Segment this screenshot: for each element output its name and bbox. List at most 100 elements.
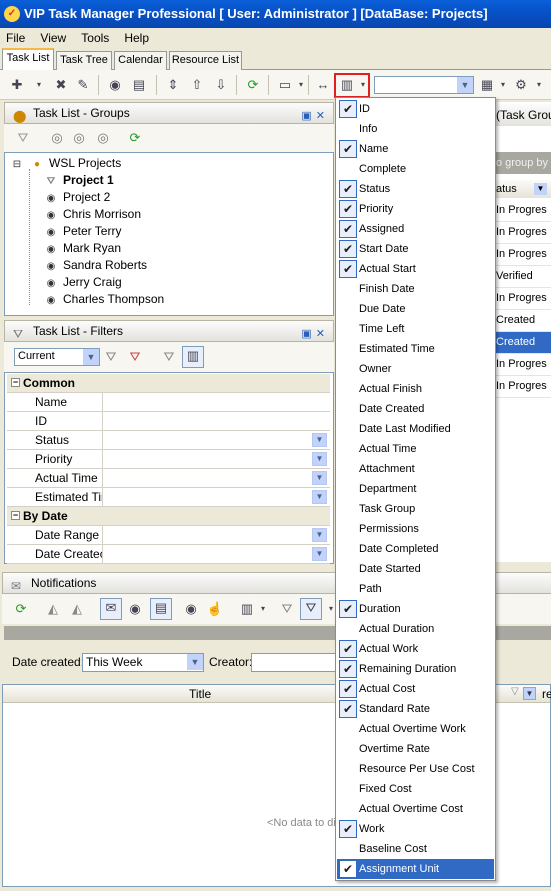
column-menu-item[interactable]: Path — [337, 579, 494, 599]
notes-icon[interactable]: ▤ — [150, 598, 172, 620]
column-menu-item[interactable]: ✔ Name — [337, 139, 494, 159]
chevron-down-icon[interactable]: ▼ — [312, 452, 327, 466]
filter-row[interactable]: Status ▼ — [7, 431, 330, 450]
chevron-down-icon[interactable]: ▼ — [534, 183, 547, 195]
column-menu-item[interactable]: ✔ Work — [337, 819, 494, 839]
column-partial[interactable]: re — [542, 687, 551, 701]
tree-item[interactable]: ◉ Sandra Roberts — [43, 257, 147, 274]
status-cell[interactable]: In Progres — [494, 222, 551, 244]
move-down-icon[interactable]: ⇩ — [212, 76, 230, 94]
filter-add-icon[interactable]: ⛛ — [102, 348, 120, 366]
sort-icon[interactable]: ▽ — [511, 686, 519, 697]
column-menu-item[interactable]: Owner — [337, 359, 494, 379]
move-up-icon[interactable]: ⇧ — [188, 76, 206, 94]
column-menu-item[interactable]: Task Group — [337, 499, 494, 519]
chevron-down-icon[interactable]: ▼ — [523, 687, 536, 700]
column-menu-item[interactable]: Overtime Rate — [337, 739, 494, 759]
status-cell[interactable]: In Progres — [494, 354, 551, 376]
filter-clear-icon[interactable]: ⛛ — [160, 348, 178, 366]
column-menu-item[interactable]: ✔ Priority — [337, 199, 494, 219]
column-menu-item[interactable]: Date Created — [337, 399, 494, 419]
filter-columns-icon[interactable]: ▥ — [182, 346, 204, 368]
column-title[interactable]: Title — [189, 687, 211, 701]
column-menu-item[interactable]: Due Date — [337, 299, 494, 319]
column-menu-item[interactable]: Resource Per Use Cost — [337, 759, 494, 779]
filter-remove-icon[interactable]: ⛛ — [126, 348, 144, 366]
group-edit-icon[interactable]: ◎ — [70, 129, 88, 147]
tab-task-list[interactable]: Task List — [2, 48, 54, 71]
task-info-icon[interactable]: ◉ — [106, 76, 124, 94]
tree-item[interactable]: ◉ Peter Terry — [43, 223, 122, 240]
mark-read-icon[interactable]: ◭ — [44, 600, 62, 618]
column-menu-item[interactable]: ✔ Actual Work — [337, 639, 494, 659]
column-menu-item[interactable]: Fixed Cost — [337, 779, 494, 799]
tree-item[interactable]: ◉ Project 2 — [43, 189, 111, 206]
panel-buttons-icon[interactable]: ▣✕ — [301, 324, 329, 344]
tab-calendar[interactable]: Calendar — [114, 51, 167, 70]
column-menu-item[interactable]: ✔ Remaining Duration — [337, 659, 494, 679]
column-menu-item[interactable]: ✔ Status — [337, 179, 494, 199]
filter-row[interactable]: Priority ▼ — [7, 450, 330, 469]
column-menu-item[interactable]: ✔ Standard Rate — [337, 699, 494, 719]
tree-item[interactable]: ◉ Jerry Craig — [43, 274, 122, 291]
group-add-icon[interactable]: ◎ — [48, 129, 66, 147]
export-arrow-icon[interactable]: ▾ — [494, 76, 512, 94]
settings-icon[interactable]: ⚙ — [512, 76, 530, 94]
filter-row[interactable]: Name — [7, 393, 330, 412]
chevron-down-icon[interactable]: ▼ — [312, 528, 327, 542]
column-menu-item[interactable]: Department — [337, 479, 494, 499]
column-menu-item[interactable]: ✔ Start Date — [337, 239, 494, 259]
edit-task-icon[interactable]: ✎ — [74, 76, 92, 94]
status-cell[interactable]: In Progres — [494, 376, 551, 398]
chevron-down-icon[interactable]: ▼ — [312, 547, 327, 561]
inbox-icon[interactable]: ✉ — [100, 598, 122, 620]
column-menu-item[interactable]: Finish Date — [337, 279, 494, 299]
column-menu-item[interactable]: Time Left — [337, 319, 494, 339]
toolbar-combo[interactable]: ▼ — [374, 76, 474, 94]
filter-category[interactable]: − By Date — [7, 507, 330, 526]
status-cell[interactable]: Verified — [494, 266, 551, 288]
group-delete-icon[interactable]: ◎ — [94, 129, 112, 147]
tab-resource-list[interactable]: Resource List — [169, 51, 242, 70]
tree-item[interactable]: ⛛ Project 1 — [43, 172, 114, 189]
menu-help[interactable]: Help — [118, 28, 155, 45]
column-menu-item[interactable]: Actual Overtime Cost — [337, 799, 494, 819]
column-menu-item[interactable]: Actual Finish — [337, 379, 494, 399]
column-menu-item[interactable]: ✔ Actual Cost — [337, 679, 494, 699]
outbox-icon[interactable]: ◉ — [126, 600, 144, 618]
status-cell[interactable]: Created — [494, 310, 551, 332]
menu-tools[interactable]: Tools — [75, 28, 115, 45]
menu-file[interactable]: File — [0, 28, 31, 45]
panel-buttons-icon[interactable]: ▣✕ — [301, 106, 329, 126]
status-column-header[interactable]: atus ▼ — [494, 180, 551, 198]
status-cell-selected[interactable]: Created — [494, 332, 551, 354]
filter-row[interactable]: ID — [7, 412, 330, 431]
column-menu-item[interactable]: ✔ Duration — [337, 599, 494, 619]
filter-row[interactable]: Actual Time ▼ — [7, 469, 330, 488]
tree-item[interactable]: ◉ Charles Thompson — [43, 291, 165, 308]
column-menu-item[interactable]: Permissions — [337, 519, 494, 539]
column-menu-item[interactable]: ✔ Actual Start — [337, 259, 494, 279]
notif-filter-icon[interactable]: ⛛ — [278, 600, 296, 618]
column-menu-item[interactable]: Attachment — [337, 459, 494, 479]
settings-arrow-icon[interactable]: ▾ — [530, 76, 548, 94]
status-cell[interactable]: In Progres — [494, 244, 551, 266]
column-menu-item[interactable]: ✔ Assigned — [337, 219, 494, 239]
column-menu-item[interactable]: Actual Time — [337, 439, 494, 459]
filter-category[interactable]: − Common — [7, 374, 330, 393]
tab-task-tree[interactable]: Task Tree — [56, 51, 112, 70]
refresh-icon[interactable]: ⟳ — [244, 76, 262, 94]
current-filter-select[interactable]: Current ▼ — [14, 348, 100, 366]
groups-refresh-icon[interactable]: ⟳ — [126, 129, 144, 147]
mark-unread-icon[interactable]: ◭ — [68, 600, 86, 618]
chevron-down-icon[interactable]: ▼ — [312, 490, 327, 504]
menu-view[interactable]: View — [34, 28, 72, 45]
new-task-icon[interactable]: ✚ — [8, 76, 26, 94]
column-menu-item[interactable]: Baseline Cost — [337, 839, 494, 859]
tree-item-root[interactable]: ⊟ ● WSL Projects — [9, 155, 121, 172]
column-menu-item[interactable]: Info — [337, 119, 494, 139]
dropdown-arrow-icon[interactable]: ▾ — [30, 76, 48, 94]
chevron-down-icon[interactable]: ▼ — [312, 471, 327, 485]
creator-input[interactable] — [251, 653, 341, 672]
column-menu-item[interactable]: Complete — [337, 159, 494, 179]
